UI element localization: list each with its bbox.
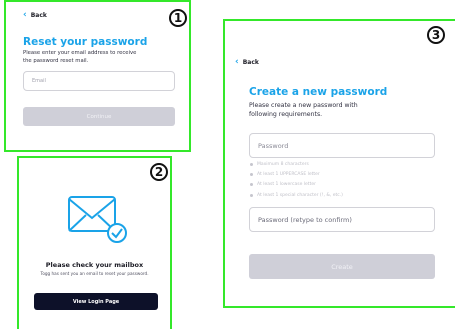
subtitle-line-2: following requirements. [249, 111, 323, 118]
requirement-item: At least 1 special character (!, &, etc.… [250, 193, 343, 198]
confirm-password-input[interactable]: Password (retype to confirm) [249, 207, 435, 232]
step-badge-2: 2 [150, 163, 168, 181]
step-badge-3: 3 [427, 26, 445, 44]
back-label: Back [30, 11, 47, 19]
mailbox-title: Please check your mailbox [45, 261, 144, 269]
view-login-page-label: View Login Page [72, 298, 120, 305]
envelope-check-icon [68, 196, 127, 243]
email-placeholder: Email [32, 78, 46, 84]
requirement-item: At least 1 UPPERCASE letter [250, 172, 320, 177]
back-link[interactable]: ‹ Back [235, 57, 259, 67]
requirement-item: Maximum 8 characters [250, 162, 309, 167]
email-input[interactable]: Email [23, 71, 175, 91]
bullet-icon [250, 173, 253, 176]
create-password-screen: 3 ‹ Back Create a new password Please cr… [223, 19, 455, 308]
password-placeholder: Password [258, 141, 289, 150]
mailbox-message: Togg has sent you an email to reset your… [40, 271, 149, 276]
page-title: Reset your password [23, 36, 148, 48]
password-input[interactable]: Password [249, 133, 435, 158]
create-label: Create [331, 262, 353, 271]
requirement-text: Maximum 8 characters [257, 162, 309, 167]
continue-label: Continue [86, 113, 112, 120]
reset-password-screen: 1 ‹ Back Reset your password Please ente… [4, 0, 191, 152]
subtitle-line-1: Please enter your email address to recei… [23, 50, 137, 56]
create-button[interactable]: Create [249, 254, 435, 279]
chevron-left-icon: ‹ [235, 57, 239, 67]
requirement-text: At least 1 UPPERCASE letter [257, 172, 320, 177]
back-label: Back [242, 58, 259, 66]
bullet-icon [250, 183, 253, 186]
requirement-text: At least 1 lowercase letter [257, 182, 316, 187]
chevron-left-icon: ‹ [23, 10, 27, 20]
subtitle-line-2: the password reset mail. [23, 58, 89, 64]
bullet-icon [250, 194, 253, 197]
back-link[interactable]: ‹ Back [23, 10, 47, 20]
requirement-text: At least 1 special character (!, &, etc.… [257, 193, 343, 198]
step-badge-1: 1 [169, 9, 187, 27]
page-title: Create a new password [249, 86, 388, 98]
continue-button[interactable]: Continue [23, 107, 175, 126]
requirement-item: At least 1 lowercase letter [250, 182, 316, 187]
check-mailbox-screen: 2 Please check your mailbox Togg has sen… [17, 156, 172, 329]
confirm-password-placeholder: Password (retype to confirm) [258, 215, 352, 224]
view-login-page-button[interactable]: View Login Page [34, 293, 158, 310]
subtitle-line-1: Please create a new password with [249, 102, 358, 109]
bullet-icon [250, 163, 253, 166]
